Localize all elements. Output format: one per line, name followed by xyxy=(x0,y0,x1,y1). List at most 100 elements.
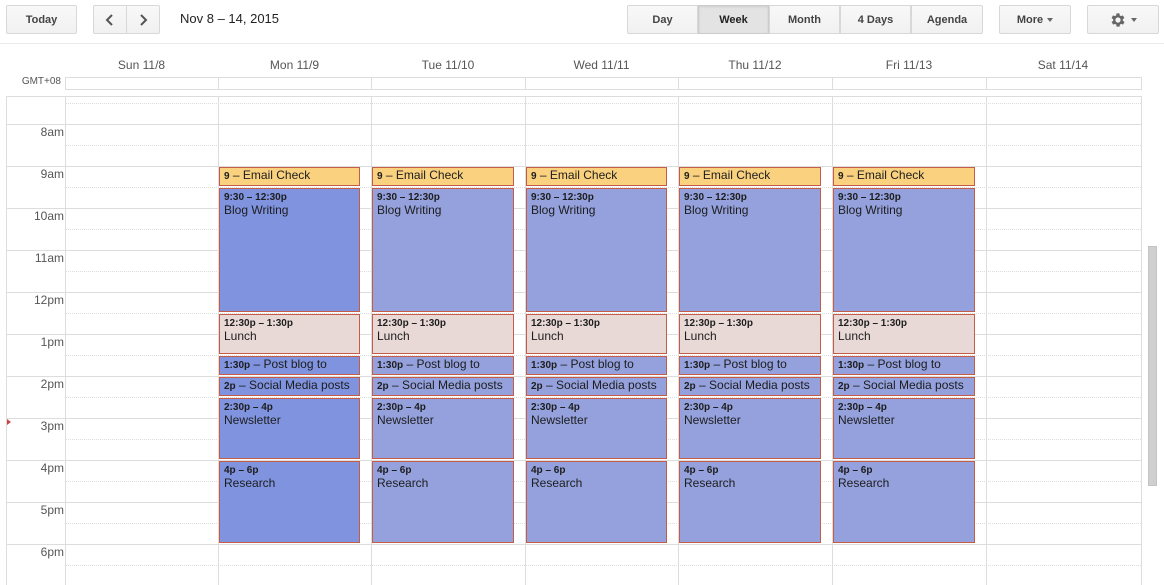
hour-label: 12pm xyxy=(33,293,64,307)
event-title: Research xyxy=(684,476,736,490)
calendar-event[interactable]: 1:30p – Post blog to Word xyxy=(679,356,821,375)
calendar-event[interactable]: 1:30p – Post blog to Word xyxy=(526,356,667,375)
event-title: Newsletter xyxy=(531,413,588,427)
more-button[interactable]: More xyxy=(999,5,1071,34)
view-tab-day[interactable]: Day xyxy=(627,5,698,34)
event-time: 4p – 6p xyxy=(377,465,412,476)
calendar-event[interactable]: 12:30p – 1:30p Lunch xyxy=(833,314,975,354)
event-time: 2p xyxy=(684,381,696,392)
column-divider xyxy=(678,78,679,89)
column-divider xyxy=(986,78,987,89)
calendar-event[interactable]: 4p – 6p Research xyxy=(372,461,514,543)
event-title: Newsletter xyxy=(684,413,741,427)
calendar-event[interactable]: 2p – Social Media posts xyxy=(833,377,975,396)
event-separator: – xyxy=(250,357,264,371)
calendar-event[interactable]: 2p – Social Media posts xyxy=(526,377,667,396)
event-separator: – xyxy=(388,378,403,392)
grid-scrollbar[interactable] xyxy=(1148,246,1157,486)
event-title: Email Check xyxy=(395,168,464,182)
event-time: 12:30p – 1:30p xyxy=(377,318,446,329)
event-separator: – xyxy=(689,168,703,182)
settings-button[interactable] xyxy=(1087,5,1159,34)
calendar-event[interactable]: 12:30p – 1:30p Lunch xyxy=(219,314,360,354)
hour-label: 6pm xyxy=(40,545,64,559)
half-hour-line xyxy=(66,565,1141,566)
view-tab-week[interactable]: Week xyxy=(698,5,769,34)
view-tab-month[interactable]: Month xyxy=(769,5,840,34)
event-title: Blog Writing xyxy=(684,203,749,217)
hour-label: 5pm xyxy=(40,503,64,517)
calendar-event[interactable]: 2:30p – 4p Newsletter xyxy=(833,398,975,459)
event-time: 2:30p – 4p xyxy=(377,402,426,413)
calendar-event[interactable]: 9 – Email Check xyxy=(219,167,360,186)
calendar-event[interactable]: 4p – 6p Research xyxy=(526,461,667,543)
event-time: 1:30p xyxy=(838,360,865,371)
calendar-event[interactable]: 2:30p – 4p Newsletter xyxy=(372,398,514,459)
day-header[interactable]: Sun 11/8 xyxy=(65,58,218,72)
calendar-event[interactable]: 4p – 6p Research xyxy=(833,461,975,543)
event-time: 1:30p xyxy=(684,360,711,371)
calendar-event[interactable]: 2:30p – 4p Newsletter xyxy=(219,398,360,459)
column-divider xyxy=(65,97,66,585)
calendar-event[interactable]: 9:30 – 12:30p Blog Writing xyxy=(679,188,821,312)
calendar-event[interactable]: 12:30p – 1:30p Lunch xyxy=(526,314,667,354)
calendar-event[interactable]: 1:30p – Post blog to Word xyxy=(219,356,360,375)
calendar-event[interactable]: 9 – Email Check xyxy=(372,167,514,186)
calendar-event[interactable]: 9 – Email Check xyxy=(833,167,975,186)
calendar-event[interactable]: 2p – Social Media posts xyxy=(372,377,514,396)
event-title: Blog Writing xyxy=(531,203,596,217)
half-hour-line xyxy=(66,145,1141,146)
event-separator: – xyxy=(849,378,864,392)
calendar-event[interactable]: 9 – Email Check xyxy=(679,167,821,186)
event-time: 2p xyxy=(224,381,236,392)
calendar-event[interactable]: 9:30 – 12:30p Blog Writing xyxy=(833,188,975,312)
event-title: Email Check xyxy=(242,168,311,182)
calendar-event[interactable]: 2:30p – 4p Newsletter xyxy=(679,398,821,459)
view-tab-agenda[interactable]: Agenda xyxy=(911,5,983,34)
calendar-event[interactable]: 1:30p – Post blog to Word xyxy=(833,356,975,375)
event-title: Social Media posts xyxy=(249,378,350,392)
event-separator: – xyxy=(695,378,710,392)
calendar-event[interactable]: 9:30 – 12:30p Blog Writing xyxy=(372,188,514,312)
event-time: 2:30p – 4p xyxy=(531,402,580,413)
previous-period-button[interactable] xyxy=(93,5,127,34)
day-header[interactable]: Sat 11/14 xyxy=(986,58,1140,72)
week-time-grid[interactable]: 8am 9am 10am 11am 12pm 1pm 2pm 3pm 4pm 5pm 6pm 9 – … xyxy=(6,96,1142,585)
day-header[interactable]: Mon 11/9 xyxy=(218,58,371,72)
calendar-event[interactable]: 4p – 6p Research xyxy=(219,461,360,543)
hour-label: 2pm xyxy=(40,377,64,391)
timezone-label: GMT+08 xyxy=(21,76,61,87)
event-title: Newsletter xyxy=(224,413,281,427)
column-divider xyxy=(218,78,219,89)
calendar-event[interactable]: 2p – Social Media posts xyxy=(679,377,821,396)
more-label: More xyxy=(1016,13,1044,26)
column-divider xyxy=(986,97,987,585)
day-header[interactable]: Fri 11/13 xyxy=(832,58,986,72)
event-time: 2p xyxy=(838,381,850,392)
event-time: 9:30 – 12:30p xyxy=(224,192,287,203)
event-title: Lunch xyxy=(838,329,871,343)
calendar-event[interactable]: 9:30 – 12:30p Blog Writing xyxy=(526,188,667,312)
event-separator: – xyxy=(536,168,550,182)
day-header[interactable]: Thu 11/12 xyxy=(678,58,832,72)
next-period-button[interactable] xyxy=(126,5,160,34)
calendar-event[interactable]: 9:30 – 12:30p Blog Writing xyxy=(219,188,360,312)
event-title: Email Check xyxy=(702,168,771,182)
calendar-event[interactable]: 12:30p – 1:30p Lunch xyxy=(372,314,514,354)
day-header[interactable]: Tue 11/10 xyxy=(371,58,525,72)
view-tab-4-days[interactable]: 4 Days xyxy=(840,5,911,34)
hour-label: 10am xyxy=(33,209,64,223)
all-day-row[interactable] xyxy=(65,77,1142,90)
day-header[interactable]: Wed 11/11 xyxy=(525,58,678,72)
event-separator: – xyxy=(557,357,571,371)
calendar-event[interactable]: 1:30p – Post blog to Word xyxy=(372,356,514,375)
calendar-event[interactable]: 9 – Email Check xyxy=(526,167,667,186)
calendar-event[interactable]: 4p – 6p Research xyxy=(679,461,821,543)
event-title: Email Check xyxy=(549,168,618,182)
event-title: Email Check xyxy=(856,168,925,182)
event-title: Research xyxy=(224,476,276,490)
calendar-event[interactable]: 2p – Social Media posts xyxy=(219,377,360,396)
calendar-event[interactable]: 2:30p – 4p Newsletter xyxy=(526,398,667,459)
today-button[interactable]: Today xyxy=(6,5,77,34)
calendar-event[interactable]: 12:30p – 1:30p Lunch xyxy=(679,314,821,354)
